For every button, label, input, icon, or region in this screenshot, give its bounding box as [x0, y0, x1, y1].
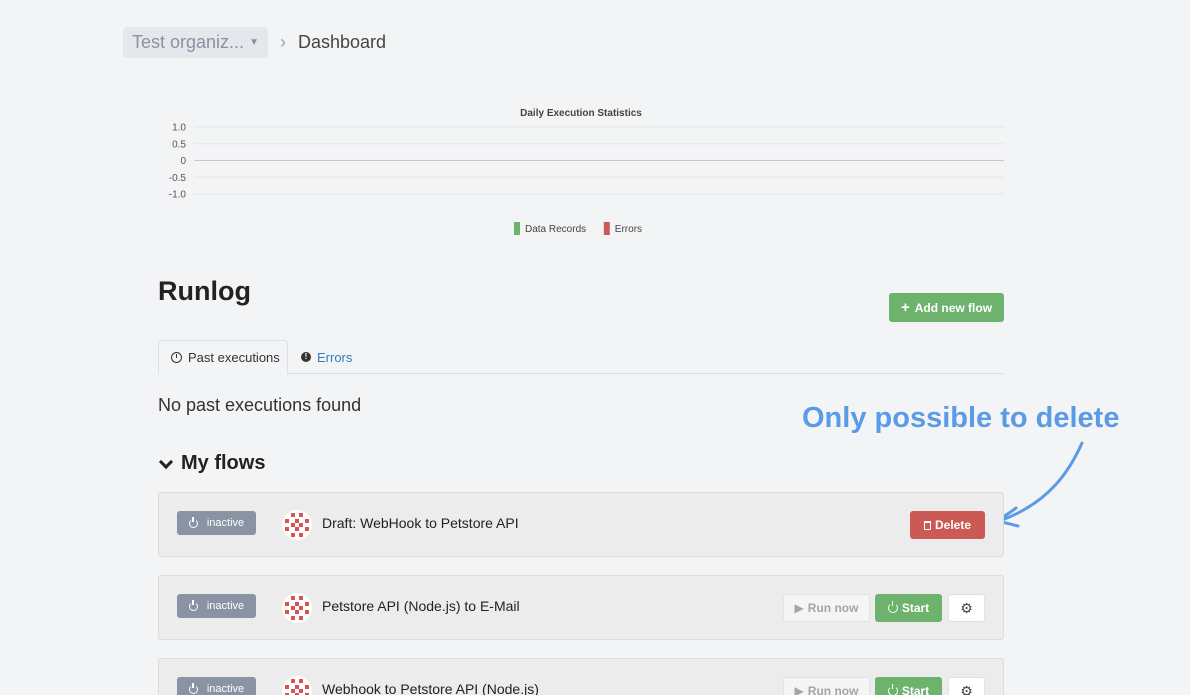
chart-title: Daily Execution Statistics — [520, 108, 642, 119]
alert-icon: ! — [301, 352, 311, 362]
annotation-arrow-icon — [996, 441, 1084, 528]
settings-button[interactable]: ⚙ — [948, 677, 985, 695]
chart-y-tick-label: 1.0 — [172, 123, 186, 134]
petstore-logo-icon — [282, 676, 312, 695]
runlog-title: Runlog — [158, 276, 251, 306]
run-now-label: Run now — [807, 684, 859, 695]
clock-icon — [171, 352, 182, 363]
chevron-down-icon — [158, 454, 174, 469]
flow-name: Draft: WebHook to Petstore API — [322, 515, 519, 531]
legend-label: Errors — [615, 224, 642, 235]
legend-swatch — [603, 222, 610, 235]
gear-icon: ⚙ — [960, 682, 973, 695]
settings-button[interactable]: ⚙ — [948, 594, 985, 622]
play-icon: ▶ — [794, 601, 804, 615]
organization-label: Test organiz... — [132, 32, 245, 52]
status-badge[interactable]: inactive — [177, 511, 256, 535]
chart-y-tick-label: 0 — [180, 156, 186, 167]
gear-icon: ⚙ — [960, 599, 973, 616]
run-now-button[interactable]: ▶ Run now — [783, 677, 870, 695]
caret-down-icon: ▼ — [249, 37, 259, 48]
power-icon — [188, 599, 198, 611]
empty-executions-message: No past executions found — [158, 395, 362, 415]
start-label: Start — [901, 684, 930, 695]
legend-label: Data Records — [525, 224, 586, 235]
chart-y-tick-label: 0.5 — [172, 139, 186, 150]
breadcrumb: Test organiz... ▼ › Dashboard — [123, 27, 386, 58]
trash-icon — [923, 520, 931, 530]
petstore-logo-icon — [282, 510, 312, 540]
status-badge[interactable]: inactive — [177, 594, 256, 618]
tab-errors[interactable]: ! Errors — [301, 340, 352, 374]
chart-y-tick-label: -1.0 — [169, 190, 187, 201]
flow-card: inactive Petstore API (Node.js) to E-Mai… — [158, 575, 1004, 640]
power-icon — [887, 601, 898, 613]
daily-execution-chart: Daily Execution Statistics 1.0 0.5 0 -0.5 -1… — [158, 100, 1008, 250]
petstore-logo-icon — [282, 593, 312, 623]
run-now-label: Run now — [807, 601, 859, 615]
start-label: Start — [901, 601, 930, 615]
chart-y-tick-label: -0.5 — [169, 173, 187, 184]
power-icon — [188, 516, 198, 528]
tab-errors-label: Errors — [317, 349, 353, 365]
power-icon — [887, 684, 898, 695]
play-icon: ▶ — [794, 684, 804, 695]
delete-label: Delete — [934, 518, 972, 532]
tab-past-executions-label: Past executions — [188, 350, 280, 365]
add-new-flow-label: Add new flow — [914, 300, 993, 315]
status-label: inactive — [206, 683, 245, 695]
breadcrumb-current-page: Dashboard — [298, 32, 387, 52]
add-new-flow-button[interactable]: + Add new flow — [889, 293, 1004, 322]
flow-card: inactive Draft: WebHook to Petstore API … — [158, 492, 1004, 557]
organization-select[interactable]: Test organiz... ▼ — [123, 27, 268, 58]
legend-swatch — [514, 222, 520, 235]
status-label: inactive — [206, 517, 245, 529]
status-badge[interactable]: inactive — [177, 677, 256, 695]
my-flows-heading: My flows — [181, 452, 266, 474]
plus-icon: + — [900, 299, 910, 316]
run-now-button[interactable]: ▶ Run now — [783, 594, 870, 622]
annotation-text: Only possible to delete — [802, 402, 1120, 434]
start-button[interactable]: Start — [875, 677, 942, 695]
start-button[interactable]: Start — [875, 594, 942, 622]
status-label: inactive — [206, 600, 245, 612]
flow-name: Webhook to Petstore API (Node.js) — [322, 681, 539, 695]
delete-button[interactable]: Delete — [910, 511, 985, 539]
my-flows-toggle[interactable]: My flows — [158, 452, 265, 475]
tab-past-executions[interactable]: Past executions — [158, 340, 288, 375]
power-icon — [188, 682, 198, 694]
chart-svg: Daily Execution Statistics 1.0 0.5 0 -0.5 -1… — [169, 108, 1004, 235]
runlog-tabs: Past executions ! Errors — [158, 340, 1004, 375]
flow-card: inactive Webhook to Petstore API (Node.j… — [158, 658, 1004, 695]
chevron-right-icon: › — [280, 32, 286, 52]
flow-name: Petstore API (Node.js) to E-Mail — [322, 598, 520, 614]
